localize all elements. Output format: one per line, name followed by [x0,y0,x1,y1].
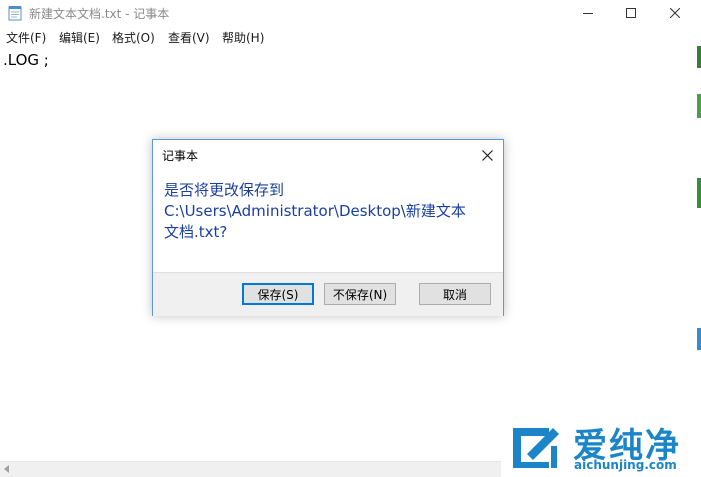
dialog-message-line: C:\Users\Administrator\Desktop\新建文本 [164,202,466,220]
dialog-close-button[interactable] [475,144,499,166]
menu-edit[interactable]: 编辑(E) [59,29,100,46]
menu-format[interactable]: 格式(O) [112,29,155,46]
dialog-message-line: 是否将更改保存到 [164,181,285,199]
dont-save-button[interactable]: 不保存(N) [324,283,396,305]
maximize-button[interactable] [608,0,654,26]
watermark-url: aichunjing.com [574,458,677,472]
horizontal-scrollbar[interactable] [0,461,501,477]
dialog-message: 是否将更改保存到 C:\Users\Administrator\Desktop\… [164,180,494,243]
menu-file[interactable]: 文件(F) [6,29,46,46]
maximize-icon [626,8,636,18]
background-window-strip [697,118,701,178]
background-window-strip [697,208,701,328]
dialog-title: 记事本 [162,149,199,163]
background-window-strip [697,350,701,416]
close-icon [670,8,680,18]
menu-help[interactable]: 帮助(H) [222,29,264,46]
dialog-button-bar: 保存(S) 不保存(N) 取消 [153,272,503,316]
menu-view[interactable]: 查看(V) [168,29,210,46]
background-window-strip [697,68,701,94]
save-button[interactable]: 保存(S) [242,283,314,305]
watermark: 爱纯净 aichunjing.com [501,416,701,477]
save-changes-dialog: 记事本 是否将更改保存到 C:\Users\Administrator\Desk… [152,139,504,316]
background-window-strip [697,178,701,208]
close-icon [481,149,493,161]
notepad-icon [8,6,22,21]
cancel-button[interactable]: 取消 [419,283,491,305]
minimize-button[interactable] [565,0,611,26]
background-window-strip [697,46,701,68]
background-window-strip [697,94,701,118]
watermark-logo-icon [513,428,559,468]
minimize-icon [583,13,593,14]
background-window-strip [697,328,701,350]
editor-content: .LOG ; [3,51,49,69]
notepad-window: 新建文本文档.txt - 记事本 文件(F) 编辑(E) 格式(O) 查看(V)… [0,0,701,477]
scroll-left-icon[interactable] [4,465,9,473]
close-button[interactable] [652,0,698,26]
title-bar[interactable]: 新建文本文档.txt - 记事本 [0,0,701,26]
window-title: 新建文本文档.txt - 记事本 [29,7,170,21]
menu-bar: 文件(F) 编辑(E) 格式(O) 查看(V) 帮助(H) [0,26,701,46]
dialog-message-line: 文档.txt? [164,223,228,241]
